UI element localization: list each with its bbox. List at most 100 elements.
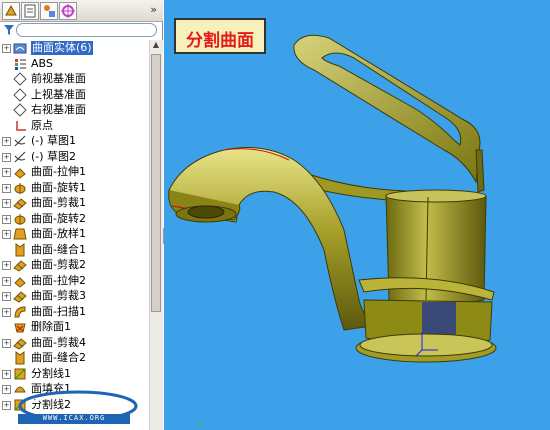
expand-toggle-icon[interactable]: + <box>2 385 11 394</box>
tree-item-label: 删除面1 <box>31 320 71 333</box>
feature-tree: + 曲面实体(6) ABS 前视基准面上视基准面右视基准面原点 + (-) 草图1 + (-)… <box>0 40 149 430</box>
toolbar-more-chevron[interactable]: » <box>150 3 157 16</box>
tree-item[interactable]: + 曲面-拉伸1 <box>0 164 149 180</box>
tree-item[interactable]: ABS <box>0 56 149 72</box>
tree-item[interactable]: + 曲面-旋转2 <box>0 211 149 227</box>
expand-toggle-icon[interactable]: + <box>2 276 11 286</box>
surface-trim-icon <box>13 198 27 210</box>
expand-toggle-icon[interactable]: + <box>2 400 11 410</box>
surface-bodies-folder-icon <box>13 43 27 54</box>
tree-item-label: 曲面实体(6) <box>31 41 93 55</box>
expand-toggle-icon[interactable]: + <box>2 137 11 146</box>
tree-item[interactable]: + 曲面-拉伸2 <box>0 273 149 289</box>
tree-item[interactable]: + (-) 草图2 <box>0 149 149 165</box>
filter-bar <box>0 22 163 40</box>
expand-toggle-icon[interactable]: + <box>2 292 11 301</box>
tree-item[interactable]: + 曲面-扫描1 <box>0 304 149 320</box>
tree-item[interactable]: 曲面-缝合2 <box>0 350 149 366</box>
tree-item-label: 原点 <box>31 118 53 132</box>
tree-item[interactable]: + 曲面-剪裁1 <box>0 195 149 211</box>
tree-item-label: (-) 草图1 <box>31 134 77 147</box>
tree-item-label: 曲面-缝合1 <box>31 242 86 256</box>
faucet-model[interactable] <box>164 0 550 430</box>
tree-item[interactable]: + 曲面-旋转1 <box>0 180 149 196</box>
dimxpert-tab[interactable] <box>59 2 77 20</box>
tree-item[interactable]: 上视基准面 <box>0 87 149 103</box>
expand-toggle-icon[interactable]: + <box>2 168 11 177</box>
spout <box>168 147 380 331</box>
expand-toggle-icon[interactable]: + <box>2 44 11 53</box>
handle-lever <box>293 34 485 193</box>
tree-item-label: ABS <box>31 56 53 70</box>
featuremanager-tab-icon <box>5 4 17 16</box>
configurationmanager-tab-icon <box>44 5 55 17</box>
surface-sweep-icon <box>14 305 26 317</box>
dimxpert-tab-icon <box>61 4 75 18</box>
faucet-body <box>358 189 495 346</box>
tree-item[interactable]: + 曲面-剪裁4 <box>0 335 149 351</box>
panel-tab-toolbar: » <box>0 0 163 22</box>
tree-item[interactable]: 右视基准面 <box>0 102 149 118</box>
expand-toggle-icon[interactable]: + <box>2 183 11 193</box>
featuremanager-tab[interactable] <box>2 2 20 20</box>
tree-item-label: 上视基准面 <box>31 87 86 101</box>
surface-extrude-icon <box>14 276 26 288</box>
plane-icon <box>13 72 27 86</box>
tree-item-label: 曲面-拉伸2 <box>31 273 86 287</box>
tree-item[interactable]: + 曲面-剪裁2 <box>0 257 149 273</box>
tree-item-label: 曲面-缝合2 <box>31 351 86 364</box>
tree-item[interactable]: 原点 <box>0 118 149 134</box>
expand-toggle-icon[interactable]: + <box>2 307 11 317</box>
surface-revolve-icon <box>14 213 26 225</box>
surface-extrude-icon <box>14 168 26 179</box>
tree-item[interactable]: 前视基准面 <box>0 71 149 87</box>
propertymanager-tab[interactable] <box>21 2 39 20</box>
surface-loft-icon <box>13 228 27 240</box>
graphics-viewport[interactable] <box>164 0 550 430</box>
expand-toggle-icon[interactable]: + <box>2 152 11 162</box>
tree-scrollbar[interactable]: ▲ <box>149 40 163 430</box>
surface-revolve-icon <box>14 182 26 194</box>
configurationmanager-tab[interactable] <box>40 2 58 20</box>
tree-item[interactable]: + (-) 草图1 <box>0 133 149 149</box>
surface-knit-icon <box>15 351 25 365</box>
tree-item[interactable]: + 曲面实体(6) <box>0 40 149 56</box>
tree-item-label: 曲面-剪裁1 <box>31 196 86 209</box>
expand-toggle-icon[interactable]: + <box>2 199 11 208</box>
propertymanager-tab-icon <box>24 4 36 18</box>
tree-item[interactable]: + 曲面-放样1 <box>0 226 149 242</box>
faucet-base <box>355 333 497 363</box>
tree-item-label: 曲面-旋转2 <box>31 211 86 225</box>
surface-trim-icon <box>13 260 27 272</box>
plane-icon <box>13 87 27 102</box>
tree-item-label: 前视基准面 <box>31 72 86 85</box>
tree-item-label: (-) 草图2 <box>31 149 77 163</box>
tree-item-label: 曲面-扫描1 <box>31 304 86 318</box>
delete-face-icon <box>14 323 26 333</box>
tree-item[interactable]: + 曲面-剪裁3 <box>0 288 149 304</box>
origin-icon <box>16 120 26 131</box>
filter-input[interactable] <box>16 23 157 37</box>
tree-item-label: 曲面-剪裁2 <box>31 258 86 271</box>
expand-toggle-icon[interactable]: + <box>2 261 11 270</box>
scrollbar-thumb[interactable] <box>151 54 161 312</box>
expand-toggle-icon[interactable]: + <box>2 230 11 239</box>
material-icon <box>15 58 26 70</box>
scroll-up-arrow-icon[interactable]: ▲ <box>150 40 162 52</box>
tree-item-label: 曲面-放样1 <box>31 227 86 240</box>
tree-item-label: 曲面-旋转1 <box>31 180 86 194</box>
filter-icon <box>4 25 14 35</box>
sketch-icon <box>14 151 26 162</box>
tree-item-label: 右视基准面 <box>31 103 86 116</box>
expand-toggle-icon[interactable]: + <box>2 214 11 224</box>
expand-toggle-icon[interactable]: + <box>2 338 11 348</box>
plane-icon <box>13 103 27 117</box>
sketch-icon <box>14 135 26 147</box>
tree-item[interactable]: 曲面-缝合1 <box>0 242 149 258</box>
tree-item[interactable]: 删除面1 <box>0 319 149 335</box>
tree-item-label: 曲面-拉伸1 <box>31 165 86 178</box>
surface-trim-icon <box>13 337 27 350</box>
watermark-url: WWW.ICAX.ORG <box>18 414 130 424</box>
tree-item-label: 曲面-剪裁3 <box>31 289 86 302</box>
expand-toggle-icon[interactable]: + <box>2 369 11 379</box>
